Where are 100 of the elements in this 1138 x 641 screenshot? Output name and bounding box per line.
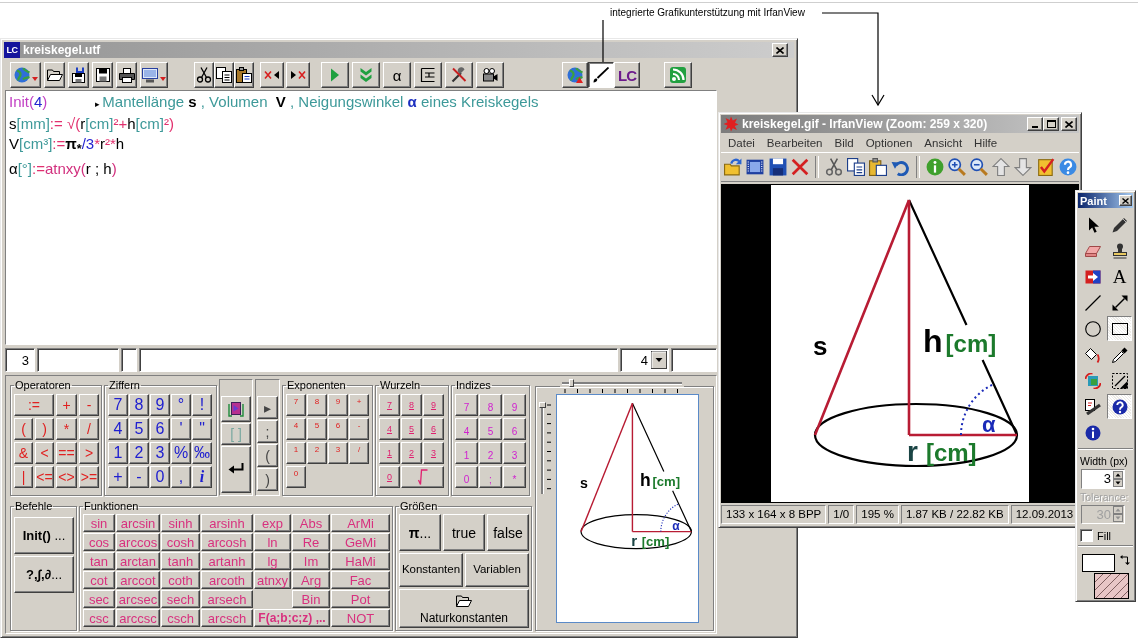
function-key[interactable]: HaMi — [331, 552, 390, 570]
menu-item[interactable]: Ansicht — [918, 136, 969, 149]
maximize-button[interactable] — [1043, 117, 1059, 131]
exponent-key[interactable]: 8 — [307, 394, 327, 416]
exponent-key[interactable]: 1 — [286, 442, 306, 464]
fill-checkbox[interactable] — [1080, 529, 1093, 543]
foreground-color-swatch[interactable] — [1082, 554, 1115, 573]
operator-key[interactable]: <> — [56, 466, 77, 488]
digit-key[interactable]: 5 — [129, 418, 149, 440]
menu-item[interactable]: Optionen — [859, 136, 919, 149]
digit-key[interactable]: 9 — [150, 394, 170, 416]
function-key[interactable]: Im — [292, 552, 330, 570]
function-key[interactable]: sech — [161, 590, 200, 608]
exponent-key[interactable]: 3 — [328, 442, 348, 464]
logo-button[interactable]: LC — [614, 62, 640, 88]
function-key[interactable]: cosh — [161, 533, 200, 551]
digit-key[interactable]: " — [192, 418, 212, 440]
function-key[interactable]: atnxy — [254, 571, 291, 589]
operator-key[interactable]: < — [35, 442, 54, 464]
function-key[interactable]: arcsec — [116, 590, 160, 608]
catalog-key[interactable]: Variablen — [465, 553, 529, 587]
root-index-key[interactable]: 1 — [379, 442, 400, 464]
exponent-key[interactable]: 7 — [286, 394, 306, 416]
function-key[interactable]: ln — [254, 533, 291, 551]
function-key[interactable]: Abs — [292, 514, 330, 532]
swap-arrows-icon[interactable] — [1120, 555, 1130, 566]
function-key[interactable]: tan — [83, 552, 115, 570]
toolbar-button[interactable] — [588, 62, 614, 88]
digit-key[interactable]: i — [192, 466, 212, 488]
command-key[interactable]: ?,∫,∂... — [14, 556, 74, 593]
function-key[interactable]: arcsin — [116, 514, 160, 532]
function-key[interactable]: arccos — [116, 533, 160, 551]
formula-editor[interactable]: Init(4) ▸Mantellänge s , Volumen V , Neigungswinkel α eines Kreiskegels s[mm]:= √(r[cm]²+h[cm]²) V[cm³]:=π$_{*}$/3*r²*h α[°]:=atnxy(r ; h) — [5, 90, 717, 345]
function-key[interactable]: artanh — [201, 552, 253, 570]
operator-key[interactable]: + — [56, 394, 77, 416]
toolbar-button[interactable] — [967, 155, 991, 179]
toolbar-button[interactable] — [945, 155, 968, 179]
function-key[interactable]: Arg — [292, 571, 330, 589]
function-key[interactable]: ArMi — [331, 514, 390, 532]
index-key[interactable]: 9 — [503, 394, 526, 416]
slider-thumb[interactable] — [539, 402, 546, 409]
function-key[interactable]: GeMi — [331, 533, 390, 551]
function-key[interactable]: F(a;b;c;z) ,.. — [254, 609, 330, 627]
root-key[interactable] — [401, 466, 444, 488]
punctuation-key[interactable]: ; — [257, 420, 278, 443]
function-key[interactable]: arsech — [201, 590, 253, 608]
index-key[interactable]: 1 — [455, 442, 478, 464]
digit-key[interactable]: 6 — [150, 418, 170, 440]
exponent-key[interactable]: + — [349, 394, 369, 416]
operator-key[interactable]: > — [79, 442, 99, 464]
operator-key[interactable]: ) — [35, 418, 54, 440]
text-tool-button[interactable]: A — [1107, 264, 1132, 289]
digit-key[interactable]: 2 — [129, 442, 149, 464]
index-key[interactable]: 0 — [455, 466, 478, 488]
function-key[interactable]: arsinh — [201, 514, 253, 532]
text-field[interactable] — [121, 348, 137, 372]
punctuation-key[interactable]: ▸ — [257, 396, 278, 419]
function-key[interactable]: arccot — [116, 571, 160, 589]
toolbar-button[interactable] — [867, 155, 890, 179]
slider-thumb[interactable] — [569, 379, 574, 387]
function-key[interactable]: csc — [83, 609, 115, 627]
digit-key[interactable]: 4 — [108, 418, 128, 440]
tool-button[interactable] — [1107, 394, 1132, 419]
toolbar-button[interactable] — [844, 155, 868, 179]
symbol-button[interactable]: α — [383, 62, 411, 88]
root-index-key[interactable]: 7 — [379, 394, 400, 416]
function-key[interactable]: lg — [254, 552, 291, 570]
function-key[interactable]: tanh — [161, 552, 200, 570]
function-key[interactable]: arcoth — [201, 571, 253, 589]
index-key[interactable]: 7 — [455, 394, 478, 416]
function-key[interactable]: NOT — [331, 609, 390, 627]
punctuation-key[interactable]: ( — [257, 444, 278, 467]
quantity-key[interactable]: false — [487, 514, 529, 551]
command-key[interactable]: Init() ... — [14, 517, 74, 554]
exponent-key[interactable]: 9 — [328, 394, 348, 416]
root-index-key[interactable]: 9 — [423, 394, 444, 416]
operator-key[interactable]: >= — [79, 466, 99, 488]
index-key[interactable]: * — [503, 466, 526, 488]
digit-key[interactable]: 3 — [150, 442, 170, 464]
root-index-key[interactable]: 8 — [401, 394, 422, 416]
background-color-swatch[interactable] — [1094, 573, 1129, 600]
function-key[interactable]: Pot — [331, 590, 390, 608]
book-key[interactable] — [221, 396, 251, 422]
exponent-key[interactable]: 4 — [286, 418, 306, 440]
function-key[interactable]: cos — [83, 533, 115, 551]
function-key[interactable]: arcosh — [201, 533, 253, 551]
close-button[interactable] — [772, 43, 788, 57]
function-key[interactable]: Re — [292, 533, 330, 551]
function-key[interactable]: exp — [254, 514, 291, 532]
exponent-key[interactable]: 2 — [307, 442, 327, 464]
root-index-key[interactable]: 5 — [401, 418, 422, 440]
root-index-key[interactable]: 0 — [379, 466, 400, 488]
exponent-key[interactable]: 6 — [328, 418, 348, 440]
function-key[interactable]: arctan — [116, 552, 160, 570]
operator-key[interactable]: <= — [35, 466, 54, 488]
text-field[interactable] — [37, 348, 119, 372]
menu-item[interactable]: Bearbeiten — [760, 136, 829, 149]
digit-key[interactable]: 7 — [108, 394, 128, 416]
operator-key[interactable]: / — [79, 418, 99, 440]
digit-key[interactable]: ° — [171, 394, 191, 416]
